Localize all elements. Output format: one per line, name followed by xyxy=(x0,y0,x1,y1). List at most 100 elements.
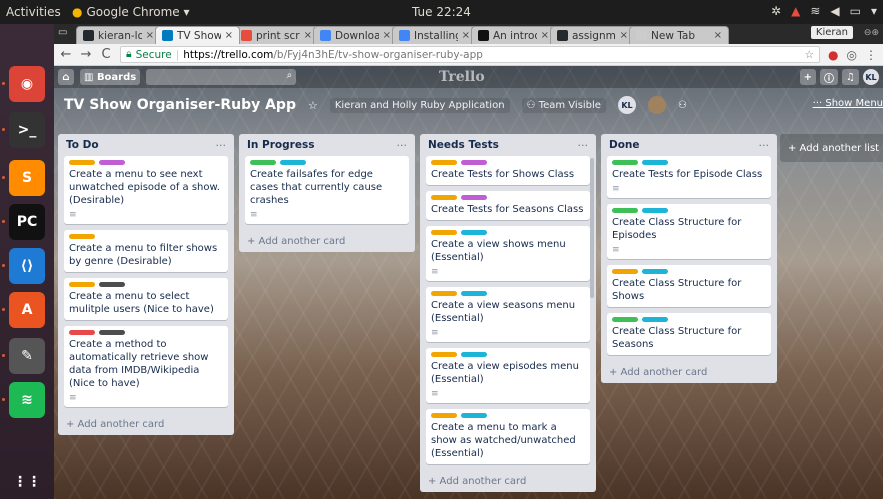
add-list-button[interactable]: + Add another list xyxy=(780,134,883,162)
browser-tab[interactable]: assignment × xyxy=(550,26,635,44)
card-label[interactable] xyxy=(99,282,125,287)
list-column[interactable]: Done ··· Create Tests for Episode Class ≡ Cr… xyxy=(601,134,777,383)
card-label[interactable] xyxy=(99,160,125,165)
card[interactable]: Create Tests for Shows Class xyxy=(426,156,590,185)
tab-close-icon[interactable]: × xyxy=(714,30,722,41)
card[interactable]: Create a menu to see next unwatched epis… xyxy=(64,156,228,224)
volume-icon[interactable]: ◀ xyxy=(830,4,839,18)
window-controls[interactable]: ⊖⊕ xyxy=(864,28,879,38)
list-menu-icon[interactable]: ··· xyxy=(397,139,408,152)
board-search-input[interactable]: ⌕ xyxy=(146,69,297,85)
extension-icon-2[interactable]: ◎ xyxy=(847,48,857,62)
address-bar[interactable]: 🔒︎ Secure | https://trello.com/b/Fyj4n3h… xyxy=(120,46,821,63)
list-title[interactable]: To Do xyxy=(66,139,99,151)
card[interactable]: Create a view seasons menu (Essential) ≡ xyxy=(426,287,590,342)
list-column[interactable]: In Progress ··· Create failsafes for edge … xyxy=(239,134,415,252)
back-icon[interactable]: ← xyxy=(60,47,72,62)
vscode-icon[interactable]: ⟨⟩ xyxy=(9,248,45,284)
tab-close-icon[interactable]: × xyxy=(146,30,154,41)
list-title[interactable]: In Progress xyxy=(247,139,314,151)
boards-button[interactable]: ▥ Boards xyxy=(80,69,141,85)
team-button[interactable]: Kieran and Holly Ruby Application xyxy=(329,97,510,113)
browser-tab[interactable]: Download × xyxy=(313,26,398,44)
profile-button[interactable]: Kieran xyxy=(810,26,853,39)
card[interactable]: Create a view episodes menu (Essential) ≡ xyxy=(426,348,590,403)
card-label[interactable] xyxy=(431,160,457,165)
browser-tab[interactable]: print screen × xyxy=(234,26,319,44)
list-menu-icon[interactable]: ··· xyxy=(759,139,770,152)
text-editor-icon[interactable]: ✎ xyxy=(9,338,45,374)
info-icon[interactable]: ⓘ xyxy=(820,69,839,85)
card-label[interactable] xyxy=(431,195,457,200)
pycharm-icon[interactable]: PC xyxy=(9,204,45,240)
card-label[interactable] xyxy=(461,291,487,296)
battery-icon[interactable]: ▭ xyxy=(850,4,861,18)
card-label[interactable] xyxy=(250,160,276,165)
bookmark-star-icon[interactable]: ☆ xyxy=(805,49,814,61)
trello-logo[interactable]: Trello xyxy=(439,69,485,85)
create-button[interactable]: + xyxy=(799,69,817,85)
card-label[interactable] xyxy=(431,352,457,357)
browser-tab[interactable]: Installing P × xyxy=(392,26,477,44)
sublime-icon[interactable]: S xyxy=(9,160,45,196)
app-grid-icon[interactable]: ⋮⋮ xyxy=(9,464,45,499)
browser-tab[interactable]: An introdu × xyxy=(471,26,556,44)
add-card-button[interactable]: + Add another card xyxy=(64,413,228,435)
card-label[interactable] xyxy=(642,208,668,213)
card-label[interactable] xyxy=(461,413,487,418)
power-menu-icon[interactable]: ▾ xyxy=(871,4,877,18)
card[interactable]: Create a menu to select mulitple users (… xyxy=(64,278,228,320)
board-title[interactable]: TV Show Organiser-Ruby App xyxy=(64,97,296,113)
notifications-icon[interactable]: ♫ xyxy=(842,69,859,85)
extension-icon-1[interactable]: ● xyxy=(828,48,838,62)
card[interactable]: Create a view shows menu (Essential) ≡ xyxy=(426,226,590,281)
home-button[interactable]: ⌂ xyxy=(58,69,74,85)
add-card-button[interactable]: + Add another card xyxy=(607,361,771,383)
card-label[interactable] xyxy=(612,317,638,322)
list-column[interactable]: To Do ··· Create a menu to see next unwatc… xyxy=(58,134,234,435)
user-avatar[interactable]: KL xyxy=(863,69,879,85)
chrome-icon[interactable]: ◉ xyxy=(9,66,45,102)
card-label[interactable] xyxy=(461,230,487,235)
browser-tab[interactable]: TV Show Or × xyxy=(155,26,240,44)
card-label[interactable] xyxy=(69,330,95,335)
add-card-button[interactable]: + Add another card xyxy=(245,230,409,252)
card[interactable]: Create Class Structure for Seasons xyxy=(607,313,771,355)
card[interactable]: Create a menu to filter shows by genre (… xyxy=(64,230,228,272)
tab-close-icon[interactable]: × xyxy=(225,30,233,41)
forward-icon[interactable]: → xyxy=(80,47,92,62)
browser-tab[interactable]: kieran-locky × xyxy=(76,26,161,44)
card-label[interactable] xyxy=(461,160,487,165)
list-title[interactable]: Needs Tests xyxy=(428,139,499,151)
wifi-icon[interactable]: ≋ xyxy=(810,4,820,18)
card-label[interactable] xyxy=(612,269,638,274)
show-menu-link[interactable]: ··· Show Menu xyxy=(813,98,883,109)
tray-app-icon[interactable]: ✲ xyxy=(771,4,781,18)
list-scrollbar[interactable] xyxy=(590,158,594,298)
activities-button[interactable]: Activities xyxy=(0,5,72,19)
card-label[interactable] xyxy=(642,317,668,322)
tab-close-icon[interactable]: × xyxy=(304,30,312,41)
card[interactable]: Create Class Structure for Shows xyxy=(607,265,771,307)
reload-icon[interactable]: C xyxy=(100,47,112,62)
list-menu-icon[interactable]: ··· xyxy=(578,139,589,152)
card[interactable]: Create a menu to mark a show as watched/… xyxy=(426,409,590,464)
card-label[interactable] xyxy=(69,282,95,287)
tab-close-icon[interactable]: × xyxy=(383,30,391,41)
window-menu-icon[interactable]: ▭ xyxy=(58,27,67,38)
card-label[interactable] xyxy=(612,208,638,213)
software-center-icon[interactable]: A xyxy=(9,292,45,328)
app-menu[interactable]: ● Google Chrome ▾ xyxy=(72,5,190,19)
tab-close-icon[interactable]: × xyxy=(541,30,549,41)
card-label[interactable] xyxy=(461,352,487,357)
card-label[interactable] xyxy=(431,291,457,296)
card[interactable]: Create failsafes for edge cases that cur… xyxy=(245,156,409,224)
card-label[interactable] xyxy=(642,160,668,165)
card-label[interactable] xyxy=(461,195,487,200)
card[interactable]: Create Tests for Episode Class ≡ xyxy=(607,156,771,198)
invite-icon[interactable]: ⚇ xyxy=(678,100,687,111)
card-label[interactable] xyxy=(612,160,638,165)
card[interactable]: Create a method to automatically retriev… xyxy=(64,326,228,407)
card-label[interactable] xyxy=(642,269,668,274)
terminal-icon[interactable]: >_ xyxy=(9,112,45,148)
